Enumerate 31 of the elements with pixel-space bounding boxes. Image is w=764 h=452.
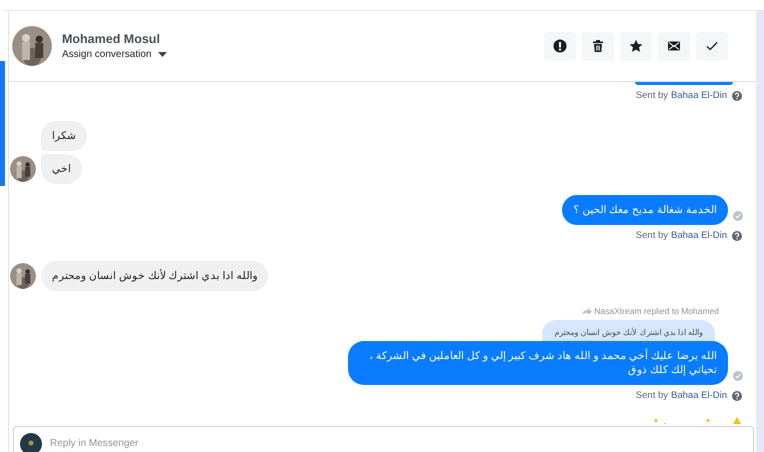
seen-icon: [733, 211, 743, 221]
sent-by-label: Sent by: [636, 230, 668, 241]
report-button[interactable]: [544, 32, 576, 60]
trash-icon: [591, 39, 605, 53]
star-icon: [629, 39, 643, 53]
sent-by-label: Sent by: [636, 90, 668, 101]
agent-name[interactable]: Bahaa El-Din: [671, 90, 727, 101]
help-icon: [732, 390, 742, 400]
reply-note: NasaXtream replied to Mohamed: [594, 306, 719, 316]
contact-name: Mohamed Mosul: [62, 32, 161, 46]
message-bubble: الله يرضا عليك أخي محمد و الله هاد شرف كبير إلي و كل العاملين في الشركة ، تحياتي إلك كلك ذوق: [348, 341, 728, 385]
agent-name[interactable]: Bahaa El-Din: [671, 390, 727, 401]
message-bubble: شكرا: [41, 121, 87, 151]
message-bubble: الخدمة شغالة مديح معك الحين ؟: [562, 195, 728, 225]
mark-unread-button[interactable]: [658, 32, 690, 60]
star-button[interactable]: [620, 32, 652, 60]
envelope-icon: [667, 39, 681, 53]
avatar-icon: [20, 433, 42, 452]
caret-icon: [158, 52, 166, 57]
message-bubble: والله ادا بدي اشترك لأنك خوش انسان ومحترم: [41, 261, 268, 291]
reply-icon: [582, 308, 592, 314]
delete-button[interactable]: [582, 32, 614, 60]
agent-name[interactable]: Bahaa El-Din: [671, 230, 727, 241]
done-button[interactable]: [696, 32, 728, 60]
assign-dropdown[interactable]: Assign conversation: [62, 49, 166, 60]
help-icon: [732, 90, 742, 100]
seen-icon: [733, 371, 743, 381]
message-bubble: اخي: [41, 154, 82, 184]
alert-icon: [553, 39, 567, 53]
help-icon: [732, 230, 742, 240]
sent-by-label: Sent by: [636, 390, 668, 401]
